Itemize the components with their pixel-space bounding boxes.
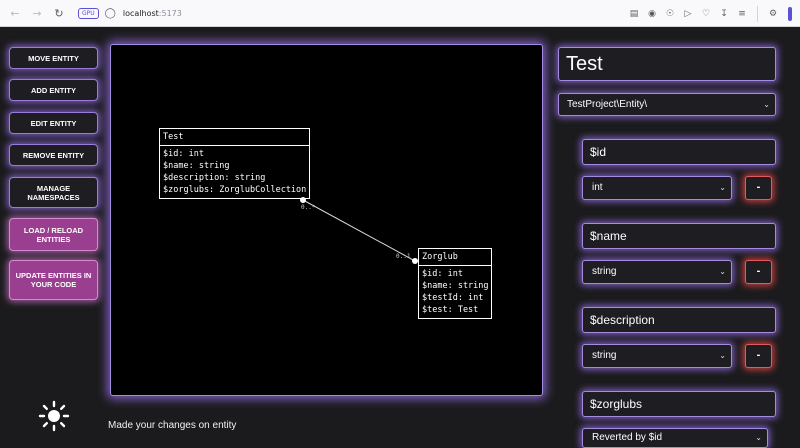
remove-attribute-button[interactable]: -: [745, 176, 772, 200]
url-host: localhost: [122, 8, 159, 18]
status-message: Made your changes on entity: [108, 420, 237, 431]
forward-icon[interactable]: →: [30, 6, 44, 20]
entity-attribute: $name: string: [422, 281, 489, 291]
entity-attribute: $zorglubs: ZorglubCollection: [163, 185, 307, 195]
back-icon[interactable]: ←: [8, 6, 22, 20]
entity-attributes: $id: int $name: string $testId: int $tes…: [419, 266, 491, 318]
screenshot-icon[interactable]: ◉: [643, 9, 661, 19]
action-sidebar: MOVE ENTITY ADD ENTITY EDIT ENTITY REMOV…: [0, 27, 106, 448]
reload-icon[interactable]: ↻: [52, 6, 66, 20]
site-info-icon[interactable]: ◯: [105, 8, 116, 19]
cardinality-to: 0..1: [396, 253, 411, 260]
edit-entity-button[interactable]: EDIT ENTITY: [9, 112, 98, 134]
entity-name: Zorglub: [419, 249, 491, 266]
move-entity-button[interactable]: MOVE ENTITY: [9, 47, 98, 69]
privacy-chip[interactable]: GPU: [78, 7, 99, 19]
manage-namespaces-button[interactable]: MANAGE NAMESPACES: [9, 177, 98, 208]
cardinality-from: 0..*: [301, 204, 316, 211]
attribute-type-select[interactable]: string ⌄: [582, 260, 732, 284]
attribute-name-input[interactable]: $zorglubs: [582, 391, 776, 417]
chevron-down-icon: ⌄: [719, 267, 726, 276]
entity-box-zorglub[interactable]: Zorglub $id: int $name: string $testId: …: [418, 248, 492, 319]
url-bar[interactable]: localhost:5173: [123, 9, 182, 18]
app: MOVE ENTITY ADD ENTITY EDIT ENTITY REMOV…: [0, 27, 800, 448]
entity-editor: Test TestProject\Entity\ ⌄ $id int ⌄ - $…: [552, 27, 800, 448]
toolbar-separator: [757, 5, 758, 22]
attribute-relation-select[interactable]: Reverted by $id ⌄: [582, 428, 768, 448]
relation-layer: [300, 197, 418, 264]
attribute-name-input[interactable]: $name: [582, 223, 776, 249]
attribute-type-value: Reverted by $id: [592, 432, 663, 443]
entity-attribute: $id: int: [163, 149, 204, 159]
attribute-type-select[interactable]: int ⌄: [582, 176, 732, 200]
url-port: :5173: [158, 8, 182, 18]
remove-attribute-button[interactable]: -: [745, 344, 772, 368]
extensions-icon[interactable]: ⚙: [764, 9, 782, 19]
browser-actions: ▤ ◉ ☉ ▷ ♡ ↧ ≡ ⚙: [625, 0, 800, 27]
load-reload-entities-button[interactable]: LOAD / RELOAD ENTITIES: [9, 218, 98, 251]
shield-icon[interactable]: ☉: [661, 9, 679, 19]
sun-icon[interactable]: [38, 400, 70, 432]
chevron-down-icon: ⌄: [719, 351, 726, 360]
entity-attribute: $testId: int: [422, 293, 484, 303]
entity-attributes: $id: int $name: string $description: str…: [160, 146, 309, 198]
download-icon[interactable]: ↧: [715, 9, 733, 19]
entity-box-test[interactable]: Test $id: int $name: string $description…: [159, 128, 310, 199]
remove-attribute-button[interactable]: -: [745, 260, 772, 284]
attribute-name-input[interactable]: $id: [582, 139, 776, 165]
attribute-type-value: string: [592, 266, 617, 277]
entity-name-input[interactable]: Test: [558, 47, 776, 81]
attribute-type-value: string: [592, 350, 617, 361]
add-entity-button[interactable]: ADD ENTITY: [9, 79, 98, 101]
sidebar-toggle-icon[interactable]: [788, 6, 792, 21]
attribute-name-input[interactable]: $description: [582, 307, 776, 333]
chevron-down-icon: ⌄: [755, 433, 762, 442]
namespace-select[interactable]: TestProject\Entity\ ⌄: [558, 93, 776, 116]
relation-line: [302, 199, 416, 262]
namespace-value: TestProject\Entity\: [567, 99, 648, 110]
entity-attribute: $test: Test: [422, 305, 479, 315]
heart-icon[interactable]: ♡: [697, 9, 715, 19]
entity-name: Test: [160, 129, 309, 146]
attribute-type-select[interactable]: string ⌄: [582, 344, 732, 368]
remove-entity-button[interactable]: REMOVE ENTITY: [9, 144, 98, 166]
chevron-down-icon: ⌄: [719, 183, 726, 192]
attribute-type-value: int: [592, 182, 603, 193]
update-entities-button[interactable]: UPDATE ENTITIES IN YOUR CODE: [9, 260, 98, 300]
entity-attribute: $description: string: [163, 173, 266, 183]
menu-icon[interactable]: ≡: [733, 9, 751, 19]
chevron-down-icon: ⌄: [763, 100, 770, 109]
diagram-canvas[interactable]: 0..* 0..1 Test $id: int $name: string $d…: [110, 44, 543, 396]
browser-toolbar: ← → ↻ GPU ◯ localhost:5173 ▤ ◉ ☉ ▷ ♡ ↧ ≡…: [0, 0, 800, 27]
reader-view-icon[interactable]: ▤: [625, 9, 643, 19]
entity-attribute: $id: int: [422, 269, 463, 279]
play-icon[interactable]: ▷: [679, 9, 697, 19]
entity-attribute: $name: string: [163, 161, 230, 171]
